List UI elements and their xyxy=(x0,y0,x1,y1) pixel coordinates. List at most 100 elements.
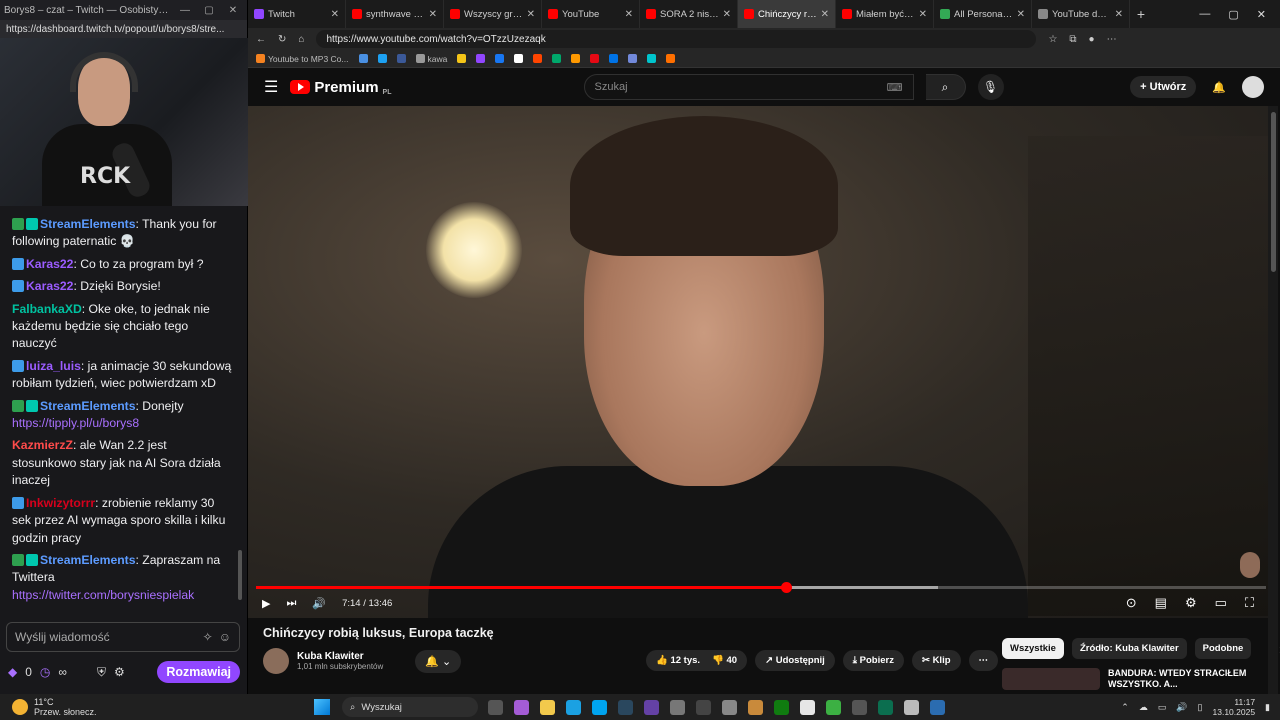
bookmark-item[interactable] xyxy=(609,54,619,63)
browser-tab[interactable]: SORA 2 niszczy Int... ✕ xyxy=(640,0,738,28)
favorite-star-icon[interactable]: ☆ xyxy=(1048,34,1057,45)
tab-close-icon[interactable]: ✕ xyxy=(1017,9,1025,20)
obs-icon[interactable] xyxy=(644,699,659,715)
steam-icon[interactable] xyxy=(618,699,633,715)
tab-close-icon[interactable]: ✕ xyxy=(527,9,535,20)
gear-icon[interactable]: ⚙ xyxy=(114,665,125,679)
address-bar[interactable]: https://www.youtube.com/watch?v=OTzzUzez… xyxy=(316,30,1037,48)
tab-close-icon[interactable]: ✕ xyxy=(1115,9,1123,20)
bookmark-item[interactable] xyxy=(457,54,467,63)
emote-icon[interactable]: ☺ xyxy=(219,630,231,644)
browser-tab[interactable]: YouTube ✕ xyxy=(542,0,640,28)
tab-close-icon[interactable]: ✕ xyxy=(919,9,927,20)
maps-icon[interactable] xyxy=(670,699,685,715)
chat-badge-icon[interactable] xyxy=(12,553,24,566)
hamburger-menu-icon[interactable]: ☰ xyxy=(264,77,278,97)
related-video-thumbnail[interactable] xyxy=(1002,668,1100,690)
bookmark-item[interactable]: kawa xyxy=(415,54,447,64)
create-button[interactable]: + Utwórz xyxy=(1130,76,1197,98)
close-icon[interactable]: ✕ xyxy=(223,5,243,16)
keyboard-icon[interactable]: ⌨ xyxy=(887,81,903,94)
chat-username[interactable]: luiza_luis xyxy=(26,359,81,373)
browser-tab[interactable]: Chińczycy robią lu... ✕ xyxy=(738,0,836,28)
page-scrollbar[interactable] xyxy=(1268,106,1278,694)
bookmark-item[interactable] xyxy=(647,54,657,63)
chat-scrollbar[interactable] xyxy=(238,550,242,600)
search-button[interactable]: ⌕ xyxy=(925,74,966,100)
chat-send-button[interactable]: Rozmawiaj xyxy=(157,661,240,683)
profile-icon[interactable]: ● xyxy=(1089,34,1095,45)
chat-username[interactable]: Karas22 xyxy=(26,257,73,271)
settings-gear-icon[interactable]: ⚙ xyxy=(1185,595,1197,611)
browser-tab[interactable]: Wszyscy grają w E... ✕ xyxy=(444,0,542,28)
tab-close-icon[interactable]: ✕ xyxy=(821,9,829,20)
bookmark-item[interactable] xyxy=(533,54,543,63)
youtube-logo[interactable]: Premium PL xyxy=(290,79,392,96)
tab-close-icon[interactable]: ✕ xyxy=(625,9,633,20)
file-explorer-icon[interactable] xyxy=(540,699,555,715)
chat-username[interactable]: Inkwizytorrr xyxy=(26,496,95,510)
chat-badge-icon[interactable] xyxy=(12,399,24,412)
presenter-thumbnail[interactable] xyxy=(1240,552,1260,578)
tab-close-icon[interactable]: ✕ xyxy=(723,9,731,20)
chat-badge-icon[interactable] xyxy=(12,280,24,293)
like-button[interactable]: 👍 12 tys. xyxy=(656,655,700,666)
maximize-icon[interactable]: ▢ xyxy=(199,5,219,16)
edge-icon[interactable] xyxy=(566,699,581,715)
notifications-icon[interactable]: ▮ xyxy=(1265,702,1270,713)
chat-username[interactable]: StreamElements xyxy=(40,553,136,567)
chat-app-icon[interactable] xyxy=(800,699,815,715)
chat-badge-icon[interactable] xyxy=(26,218,38,230)
bookmark-item[interactable] xyxy=(396,54,406,63)
chat-badge-icon[interactable] xyxy=(12,359,24,372)
channel-points-icon[interactable]: ◆ xyxy=(8,665,17,679)
theater-mode-icon[interactable]: ▭ xyxy=(1215,595,1227,611)
voice-search-button[interactable]: 🎙 xyxy=(977,74,1004,100)
chat-link[interactable]: https://tipply.pl/u/borys8 xyxy=(12,416,139,430)
system-clock[interactable]: 11:17 13.10.2025 xyxy=(1213,697,1256,717)
bookmark-item[interactable] xyxy=(666,54,676,63)
autoplay-toggle-icon[interactable]: ⊙ xyxy=(1126,595,1137,611)
search-input[interactable]: Szukaj ⌨ xyxy=(583,74,914,100)
channel-name[interactable]: Kuba Klawiter xyxy=(297,651,383,662)
dislike-button[interactable]: 👎 40 xyxy=(712,655,737,666)
battery-icon[interactable]: ▯ xyxy=(1198,702,1203,713)
share-button[interactable]: ↗ Udostępnij xyxy=(755,650,835,671)
minimize-icon[interactable]: — xyxy=(1199,8,1210,21)
reload-icon[interactable]: ↻ xyxy=(278,34,286,45)
bookmark-item[interactable] xyxy=(358,54,368,63)
network-icon[interactable]: ▭ xyxy=(1158,702,1167,713)
more-menu-icon[interactable]: ⋯ xyxy=(1107,34,1117,45)
filter-chip[interactable]: Źródło: Kuba Klawiter xyxy=(1071,638,1187,659)
maximize-icon[interactable]: ▢ xyxy=(1228,8,1238,21)
browser-tab[interactable]: YouTube daje zba... ✕ xyxy=(1032,0,1130,28)
sparkle-icon[interactable]: ✧ xyxy=(203,630,213,644)
terminal-icon[interactable] xyxy=(696,699,711,715)
account-avatar[interactable] xyxy=(1242,76,1264,98)
cloud-icon[interactable]: ☁ xyxy=(1139,702,1148,713)
download-button[interactable]: ⤓ Pobierz xyxy=(842,650,904,671)
filter-chip[interactable]: Podobne xyxy=(1194,638,1252,659)
app-icon[interactable] xyxy=(878,699,893,715)
browser-tab[interactable]: Miałem być w USA... ✕ xyxy=(836,0,934,28)
taskbar-search[interactable]: ⌕ Wyszukaj xyxy=(342,697,478,717)
video-player[interactable] xyxy=(248,106,1268,618)
back-icon[interactable]: ← xyxy=(256,34,266,45)
chat-badge-icon[interactable] xyxy=(26,399,38,412)
chat-badge-icon[interactable] xyxy=(26,553,38,566)
tray-chevron-icon[interactable]: ⌃ xyxy=(1121,702,1129,713)
subscribed-bell-button[interactable]: 🔔 ⌄ xyxy=(415,649,462,673)
chat-username[interactable]: FalbankaXD xyxy=(12,302,82,316)
bookmark-item[interactable] xyxy=(476,54,486,63)
obs-studio-icon[interactable] xyxy=(904,699,919,715)
related-video-item[interactable]: BANDURA: WTEDY STRACIŁEM WSZYSTKO. A... xyxy=(1002,668,1248,690)
bookmark-item[interactable] xyxy=(495,54,505,63)
close-icon[interactable]: ✕ xyxy=(1257,8,1266,21)
play-icon[interactable]: ▶ xyxy=(262,597,270,610)
scrollbar-thumb[interactable] xyxy=(1271,112,1276,272)
chat-badge-icon[interactable] xyxy=(12,257,24,270)
related-video-title[interactable]: BANDURA: WTEDY STRACIŁEM WSZYSTKO. A... xyxy=(1108,668,1248,690)
bookmark-item[interactable] xyxy=(571,54,581,63)
folder-app-icon[interactable] xyxy=(748,699,763,715)
twitch-url-bar[interactable]: https://dashboard.twitch.tv/popout/u/bor… xyxy=(0,20,247,38)
